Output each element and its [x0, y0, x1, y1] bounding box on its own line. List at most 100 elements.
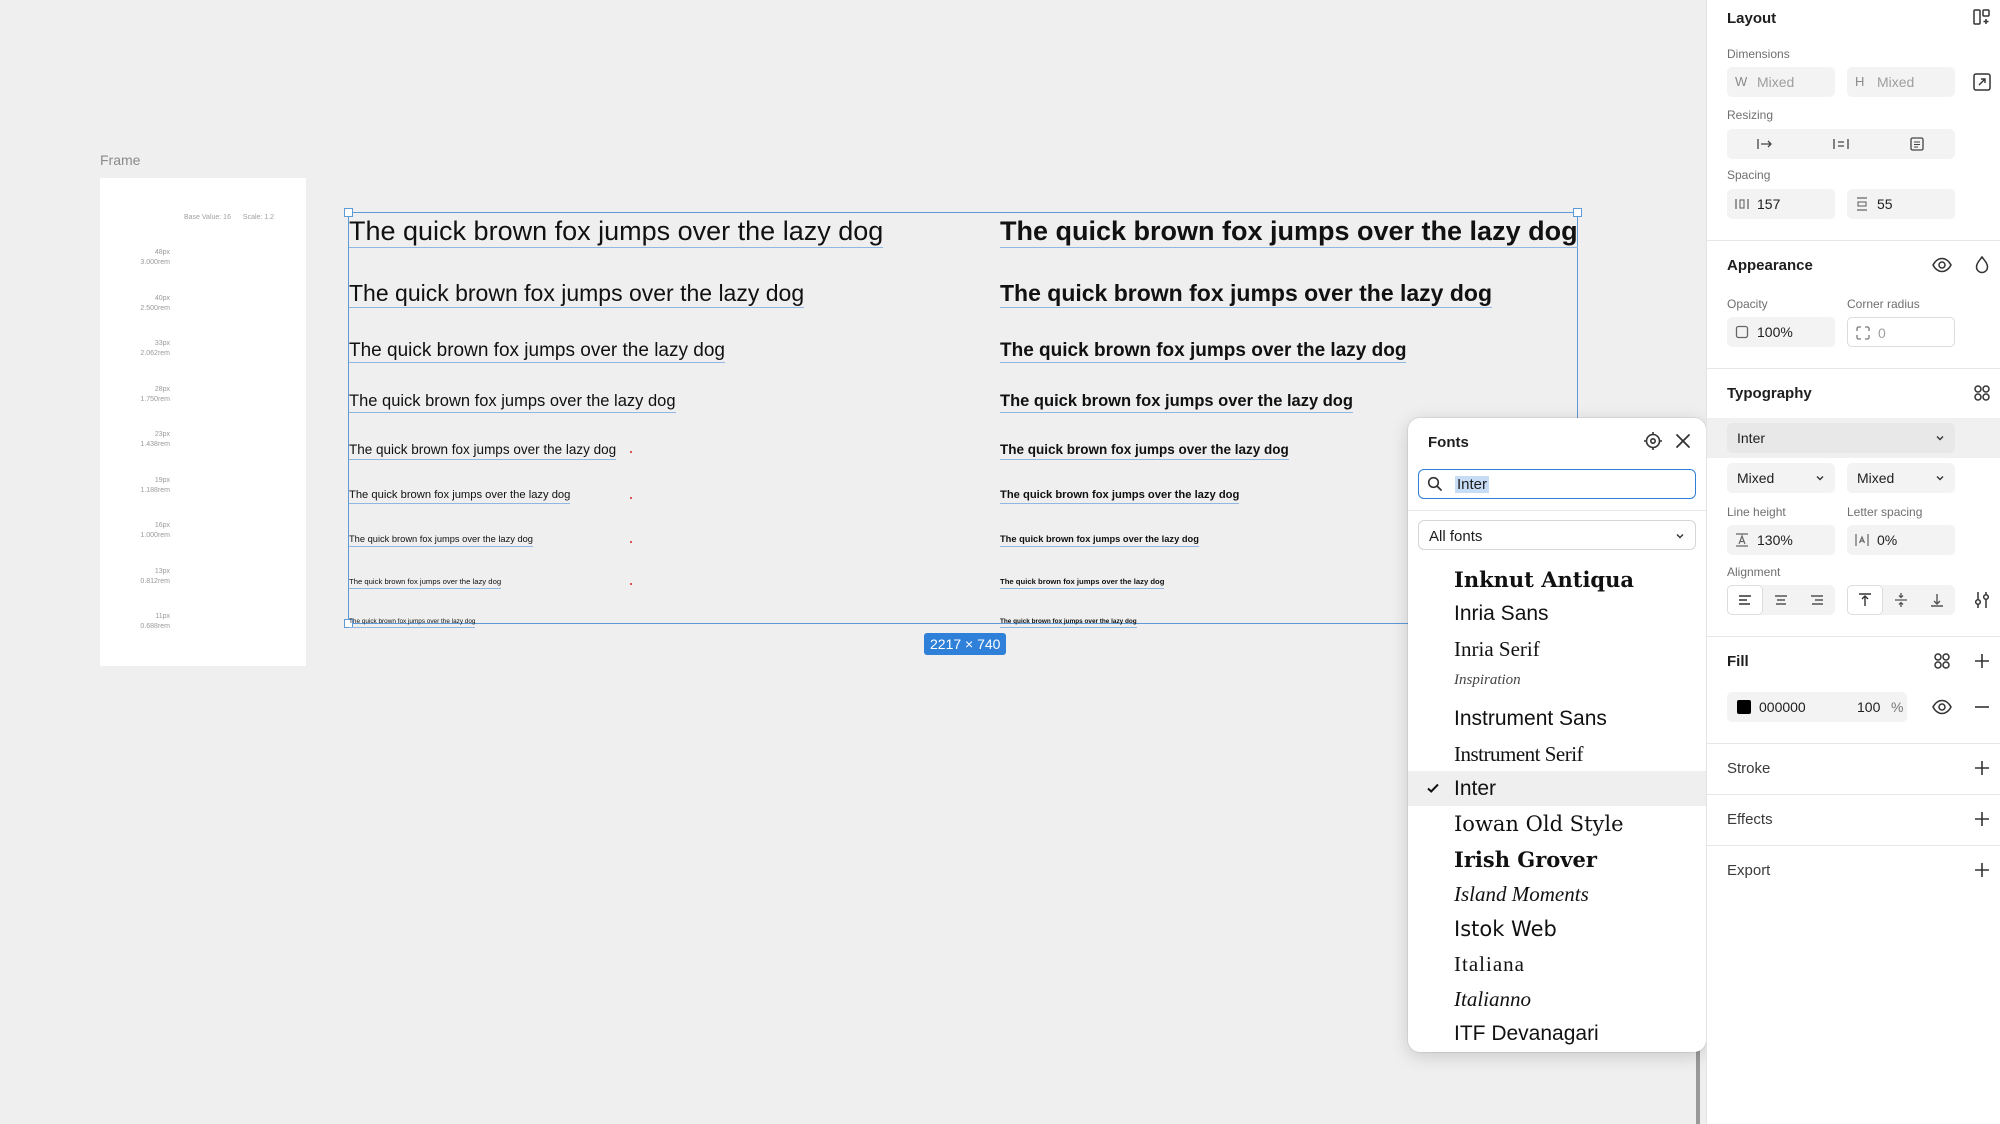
corner-radius-icon — [1856, 326, 1870, 340]
font-list-item[interactable]: Island Moments — [1408, 876, 1706, 911]
fill-color-field[interactable]: 000000 100 % — [1727, 692, 1907, 722]
styles-grid-icon[interactable] — [1931, 650, 1953, 672]
sample-text-left[interactable]: The quick brown fox jumps over the lazy … — [349, 534, 533, 548]
scale-entry: 33px 2.062rem — [100, 339, 170, 359]
resizing-hug-button[interactable] — [1879, 129, 1955, 159]
font-list-item[interactable]: Italianno — [1408, 981, 1706, 1016]
font-list-item[interactable]: Italiana — [1408, 946, 1706, 981]
sample-text-right[interactable]: The quick brown fox jumps over the lazy … — [1000, 341, 1407, 363]
resizing-fixed-button[interactable] — [1727, 129, 1803, 159]
selection-box[interactable] — [344, 208, 1582, 628]
eye-icon[interactable] — [1931, 254, 1953, 276]
sample-text-left[interactable]: The quick brown fox jumps over the lazy … — [349, 341, 725, 363]
resizing-toggle — [1727, 129, 1955, 159]
scale-text: Scale: 1.2 — [242, 214, 275, 221]
height-field[interactable]: H Mixed — [1847, 67, 1955, 97]
font-list-item[interactable]: Inknut Antiqua — [1408, 561, 1706, 596]
plus-icon[interactable] — [1971, 859, 1993, 881]
font-list-item[interactable]: Irish Grover — [1408, 841, 1706, 876]
font-name: Inspiration — [1454, 672, 1521, 688]
fill-hex-value: 000000 — [1759, 699, 1806, 715]
sample-text-left[interactable]: The quick brown fox jumps over the lazy … — [349, 489, 571, 505]
canvas-scrollbar[interactable] — [1696, 1050, 1700, 1124]
divider — [1707, 743, 2000, 744]
letter-spacing-field[interactable]: 0% — [1847, 525, 1955, 555]
sample-text-right[interactable]: The quick brown fox jumps over the lazy … — [1000, 218, 1578, 248]
scale-entry: 19px 1.188rem — [100, 476, 170, 496]
plus-icon[interactable] — [1971, 757, 1993, 779]
eye-icon[interactable] — [1931, 696, 1953, 718]
line-height-value: 130% — [1757, 532, 1793, 548]
horizontal-spacing-field[interactable]: 157 — [1727, 189, 1835, 219]
type-settings-icon[interactable] — [1971, 589, 1993, 611]
sample-text-left[interactable]: The quick brown fox jumps over the lazy … — [349, 578, 502, 589]
frame-label[interactable]: Frame — [100, 152, 140, 168]
font-list-item[interactable]: Iowan Old Style — [1408, 806, 1706, 841]
font-list-item[interactable]: Instrument Serif — [1408, 736, 1706, 771]
sample-text-right[interactable]: The quick brown fox jumps over the lazy … — [1000, 618, 1137, 629]
sample-text-left[interactable]: The quick brown fox jumps over the lazy … — [349, 218, 884, 248]
line-height-field[interactable]: 130% — [1727, 525, 1835, 555]
font-search-input[interactable]: Inter — [1418, 469, 1696, 499]
align-right-button[interactable] — [1799, 585, 1835, 615]
font-filter-dropdown[interactable]: All fonts — [1418, 520, 1696, 550]
font-size-dropdown[interactable]: Mixed — [1847, 463, 1955, 493]
font-name: Inria Sans — [1454, 602, 1549, 625]
corner-radius-field[interactable]: 0 — [1847, 317, 1955, 347]
font-weight-value: Mixed — [1737, 470, 1775, 486]
plus-icon[interactable] — [1971, 808, 1993, 830]
font-list-item[interactable]: Instrument Sans — [1408, 701, 1706, 736]
close-icon[interactable] — [1672, 430, 1694, 452]
sample-text-left[interactable]: The quick brown fox jumps over the lazy … — [349, 443, 617, 460]
font-list-item[interactable]: Inspiration — [1408, 666, 1706, 701]
align-top-button[interactable] — [1847, 585, 1883, 615]
sample-text-right[interactable]: The quick brown fox jumps over the lazy … — [1000, 489, 1240, 505]
corner-radius-value: 0 — [1878, 325, 1886, 341]
font-family-dropdown[interactable]: Inter — [1727, 423, 1955, 453]
font-filter-value: All fonts — [1429, 528, 1483, 545]
blend-drop-icon[interactable] — [1971, 254, 1993, 276]
sample-text-left[interactable]: The quick brown fox jumps over the lazy … — [349, 282, 805, 308]
sample-text-right[interactable]: The quick brown fox jumps over the lazy … — [1000, 282, 1493, 308]
align-center-button[interactable] — [1763, 585, 1799, 615]
sample-text-right[interactable]: The quick brown fox jumps over the lazy … — [1000, 534, 1199, 548]
font-search-value[interactable]: Inter — [1455, 476, 1490, 493]
font-list-item[interactable]: Inria Sans — [1408, 596, 1706, 631]
sample-text-right[interactable]: The quick brown fox jumps over the lazy … — [1000, 443, 1289, 460]
scale-px: 13px — [154, 567, 170, 575]
frame-thumbnail[interactable]: Base Value: 16 Scale: 1.2 48px 3.000rem 40… — [100, 178, 306, 666]
minus-icon[interactable] — [1971, 696, 1993, 718]
scale-entry: 11px 0.688rem — [100, 612, 170, 632]
fill-width-icon — [1833, 139, 1849, 149]
font-list-item[interactable]: Inria Serif — [1408, 631, 1706, 666]
font-list-item[interactable]: ITF Devanagari — [1408, 1016, 1706, 1051]
layout-grid-icon[interactable] — [1971, 6, 1993, 28]
scale-rem: 1.750rem — [140, 395, 170, 403]
opacity-field[interactable]: 100% — [1727, 317, 1835, 347]
font-list-item[interactable]: Istok Web — [1408, 911, 1706, 946]
plus-icon[interactable] — [1971, 650, 1993, 672]
font-list-item[interactable]: Inter — [1408, 771, 1706, 806]
sample-text-left[interactable]: The quick brown fox jumps over the lazy … — [349, 618, 476, 629]
width-value: Mixed — [1757, 74, 1795, 90]
styles-grid-icon[interactable] — [1971, 382, 1993, 404]
sample-text-right[interactable]: The quick brown fox jumps over the lazy … — [1000, 578, 1165, 589]
scale-entry: 23px 1.438rem — [100, 430, 170, 450]
align-bottom-button[interactable] — [1919, 585, 1955, 615]
align-bottom-icon — [1931, 594, 1943, 607]
font-name: ITF Devanagari — [1454, 1022, 1599, 1045]
sample-text-left[interactable]: The quick brown fox jumps over the lazy … — [349, 393, 676, 413]
vertical-spacing-field[interactable]: 55 — [1847, 189, 1955, 219]
resizing-fill-button[interactable] — [1803, 129, 1879, 159]
target-icon[interactable] — [1642, 430, 1664, 452]
scale-entry: 48px 3.000rem — [100, 248, 170, 268]
sample-text-right[interactable]: The quick brown fox jumps over the lazy … — [1000, 393, 1353, 413]
opacity-label: Opacity — [1727, 297, 1768, 311]
font-weight-dropdown[interactable]: Mixed — [1727, 463, 1835, 493]
opacity-value: 100% — [1757, 324, 1793, 340]
align-left-button[interactable] — [1727, 585, 1763, 615]
fill-color-swatch[interactable] — [1737, 700, 1751, 714]
width-field[interactable]: W Mixed — [1727, 67, 1835, 97]
align-middle-button[interactable] — [1883, 585, 1919, 615]
resize-to-fit-icon[interactable] — [1971, 71, 1993, 93]
